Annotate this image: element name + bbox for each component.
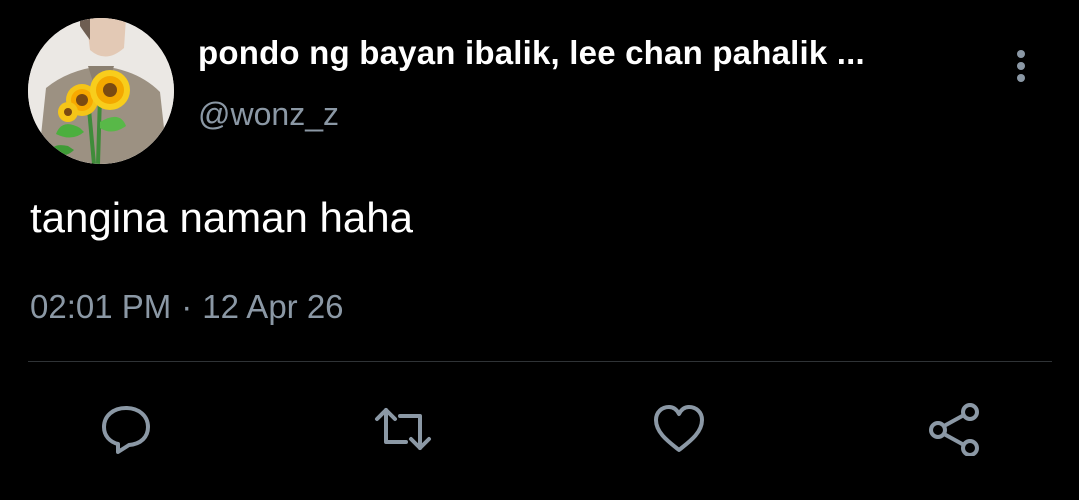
retweet-button[interactable] bbox=[372, 402, 431, 456]
user-handle[interactable]: @wonz_z bbox=[198, 96, 339, 133]
avatar[interactable] bbox=[28, 18, 174, 164]
share-icon bbox=[929, 403, 979, 456]
tweet-date: 12 Apr 26 bbox=[202, 288, 344, 325]
divider bbox=[28, 361, 1052, 362]
reply-button[interactable] bbox=[98, 402, 154, 456]
more-vertical-icon bbox=[1017, 50, 1025, 82]
avatar-image bbox=[28, 18, 174, 164]
reply-icon bbox=[102, 406, 150, 454]
retweet-icon bbox=[375, 408, 431, 450]
display-name[interactable]: pondo ng bayan ibalik, lee chan pahalik … bbox=[198, 34, 865, 72]
tweet-timestamp[interactable]: 02:01 PM · 12 Apr 26 bbox=[30, 288, 344, 326]
share-button[interactable] bbox=[926, 402, 982, 456]
heart-icon bbox=[654, 405, 704, 452]
more-options-button[interactable] bbox=[1006, 46, 1036, 86]
like-button[interactable] bbox=[651, 402, 707, 456]
timestamp-separator: · bbox=[181, 288, 193, 325]
tweet-text: tangina naman haha bbox=[30, 194, 413, 241]
tweet-card: pondo ng bayan ibalik, lee chan pahalik … bbox=[0, 0, 1079, 500]
tweet-time: 02:01 PM bbox=[30, 288, 172, 325]
